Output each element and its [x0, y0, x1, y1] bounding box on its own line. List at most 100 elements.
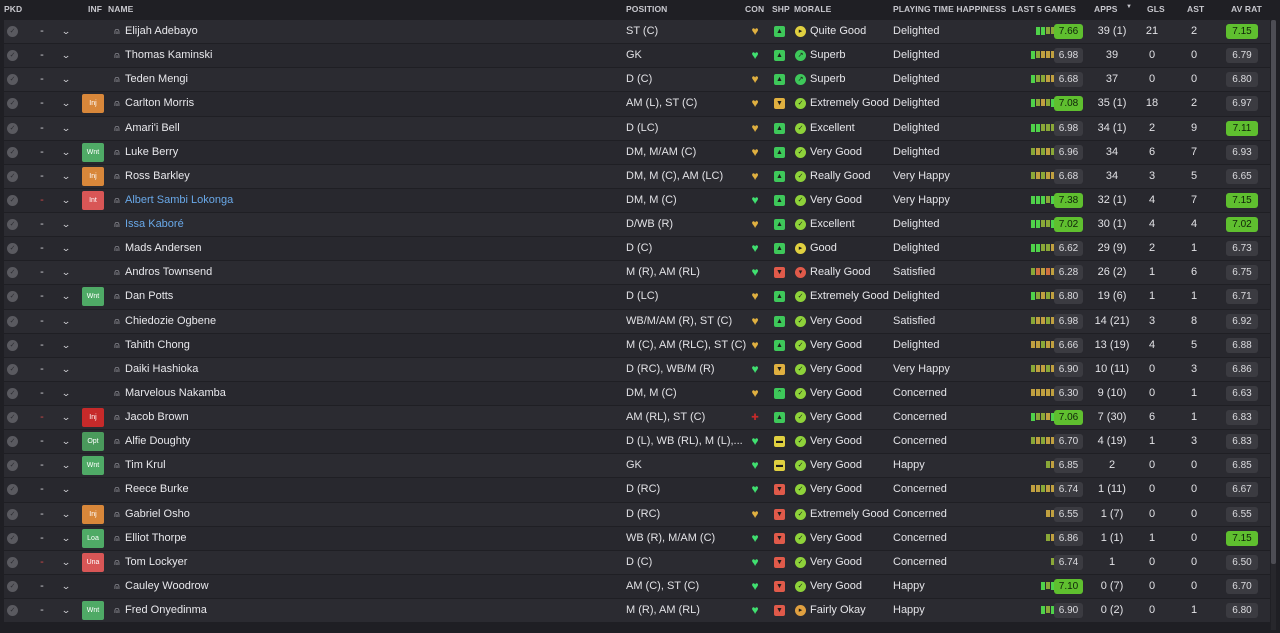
inf-badge[interactable]: Inj	[82, 94, 104, 114]
scrollbar-thumb[interactable]	[1271, 20, 1276, 564]
chevron-down-icon[interactable]: ⌄	[58, 261, 74, 284]
header-gls[interactable]: GLS	[1147, 4, 1165, 14]
table-row[interactable]: ✓ - ⌄ ⍝ Daiki Hashioka D (RC), WB/M (R) ♥ ▼ ✓ Ver…	[4, 357, 1270, 381]
player-name[interactable]: Teden Mengi	[125, 68, 305, 91]
pick-status-icon[interactable]: ✓	[7, 508, 18, 520]
inf-badge[interactable]: Wnt	[82, 456, 104, 476]
chevron-down-icon[interactable]: ⌄	[58, 141, 74, 164]
table-row[interactable]: ✓ - ⌄ ⍝ Cauley Woodrow AM (C), ST (C) ♥ ▼ ✓ Very …	[4, 574, 1270, 599]
chevron-down-icon[interactable]: ⌄	[58, 478, 74, 501]
player-name[interactable]: Amari'i Bell	[125, 117, 305, 140]
header-av-rat[interactable]: AV RAT	[1231, 4, 1262, 14]
inf-badge[interactable]: Wnt	[82, 601, 104, 620]
header-pkd[interactable]: PKD	[4, 4, 22, 14]
table-row[interactable]: ✓ - ⌄ Opt ⍝ Alfie Doughty D (L), WB (RL), M (L…	[4, 430, 1270, 454]
inf-badge[interactable]: Una	[82, 552, 104, 572]
header-position[interactable]: POSITION	[626, 4, 667, 14]
player-name[interactable]: Carlton Morris	[125, 92, 305, 115]
chevron-down-icon[interactable]: ⌄	[58, 310, 74, 333]
header-ast[interactable]: AST	[1187, 4, 1204, 14]
pick-status-icon[interactable]: ✓	[7, 74, 18, 86]
player-name[interactable]: Chiedozie Ogbene	[125, 310, 305, 333]
player-name[interactable]: Albert Sambi Lokonga	[125, 189, 305, 212]
pick-status-icon[interactable]: ✓	[7, 194, 18, 206]
inf-badge[interactable]: Opt	[82, 432, 104, 452]
player-name[interactable]: Daiki Hashioka	[125, 358, 305, 381]
table-row[interactable]: ✓ - ⌄ Inj ⍝ Gabriel Osho D (RC) ♥ ▼ ✓ Extremely Go…	[4, 502, 1270, 526]
pick-status-icon[interactable]: ✓	[7, 26, 18, 37]
chevron-down-icon[interactable]: ⌄	[58, 117, 74, 140]
header-inf[interactable]: INF	[88, 4, 102, 14]
table-row[interactable]: ✓ - ⌄ ⍝ Amari'i Bell D (LC) ♥ ▲ ✓ Excellent Deligh…	[4, 116, 1270, 140]
inf-badge[interactable]: Wnt	[82, 142, 104, 162]
header-playing-time[interactable]: PLAYING TIME HAPPINESS	[893, 4, 1006, 14]
header-last5[interactable]: LAST 5 GAMES	[1012, 4, 1076, 14]
pick-status-icon[interactable]: ✓	[7, 50, 18, 62]
pick-status-icon[interactable]: ✓	[7, 146, 18, 158]
chevron-down-icon[interactable]: ⌄	[58, 527, 74, 550]
table-row[interactable]: ✓ - ⌄ Wnt ⍝ Tim Krul GK ♥ ▬ ✓ Very Good Happy 6.85 2 0…	[4, 454, 1270, 478]
player-name[interactable]: Elijah Adebayo	[125, 20, 305, 43]
player-name[interactable]: Alfie Doughty	[125, 430, 305, 453]
pick-status-icon[interactable]: ✓	[7, 436, 18, 448]
pick-status-icon[interactable]: ✓	[7, 291, 18, 303]
chevron-down-icon[interactable]: ⌄	[58, 406, 74, 429]
inf-badge[interactable]: Int	[82, 190, 104, 210]
player-name[interactable]: Mads Andersen	[125, 237, 305, 260]
table-row[interactable]: ✓ - ⌄ Inj ⍝ Carlton Morris AM (L), ST (C) ♥ ▼ ✓ Ex…	[4, 92, 1270, 116]
player-name[interactable]: Tim Krul	[125, 454, 305, 477]
player-name[interactable]: Issa Kaboré	[125, 213, 305, 236]
table-row[interactable]: ✓ - ⌄ Wnt ⍝ Luke Berry DM, M/AM (C) ♥ ▲ ✓ Very Goo…	[4, 140, 1270, 164]
table-row[interactable]: ✓ - ⌄ ⍝ Tahith Chong M (C), AM (RLC), ST (C) ♥…	[4, 333, 1270, 357]
pick-status-icon[interactable]: ✓	[7, 412, 18, 423]
player-name[interactable]: Thomas Kaminski	[125, 44, 305, 67]
table-row[interactable]: ✓ - ⌄ ⍝ Chiedozie Ogbene WB/M/AM (R), ST (C) ♥…	[4, 309, 1270, 333]
inf-badge[interactable]: Inj	[82, 408, 104, 427]
chevron-down-icon[interactable]: ⌄	[58, 454, 74, 477]
chevron-down-icon[interactable]: ⌄	[58, 551, 74, 574]
chevron-down-icon[interactable]: ⌄	[58, 92, 74, 115]
table-row[interactable]: ✓ - ⌄ ⍝ Mads Andersen D (C) ♥ ▲ ▸ Good Delighted 6.…	[4, 237, 1270, 261]
pick-status-icon[interactable]: ✓	[7, 98, 18, 110]
pick-status-icon[interactable]: ✓	[7, 122, 18, 134]
table-row[interactable]: ✓ - ⌄ Loa ⍝ Elliot Thorpe WB (R), M/AM (C) ♥ ▼ ✓ V…	[4, 526, 1270, 550]
player-name[interactable]: Gabriel Osho	[125, 503, 305, 526]
pick-status-icon[interactable]: ✓	[7, 484, 18, 496]
pick-status-icon[interactable]: ✓	[7, 170, 18, 182]
table-row[interactable]: ✓ - ⌄ ⍝ Teden Mengi D (C) ♥ ▲ ↗ Superb Delighted 6.…	[4, 68, 1270, 92]
header-con[interactable]: CON	[745, 4, 764, 14]
chevron-down-icon[interactable]: ⌄	[58, 44, 74, 67]
pick-status-icon[interactable]: ✓	[7, 387, 18, 399]
pick-status-icon[interactable]: ✓	[7, 339, 18, 351]
pick-status-icon[interactable]: ✓	[7, 243, 18, 255]
header-name[interactable]: NAME	[108, 4, 133, 14]
chevron-down-icon[interactable]: ⌄	[58, 20, 74, 43]
table-row[interactable]: ✓ - ⌄ ⍝ Reece Burke D (RC) ♥ ▼ ✓ Very Good Concern…	[4, 478, 1270, 502]
player-name[interactable]: Ross Barkley	[125, 165, 305, 188]
player-name[interactable]: Cauley Woodrow	[125, 575, 305, 598]
chevron-down-icon[interactable]: ⌄	[58, 430, 74, 453]
pick-status-icon[interactable]: ✓	[7, 580, 18, 592]
pick-status-icon[interactable]: ✓	[7, 556, 18, 568]
player-name[interactable]: Dan Potts	[125, 285, 305, 308]
player-name[interactable]: Reece Burke	[125, 478, 305, 501]
player-name[interactable]: Tom Lockyer	[125, 551, 305, 574]
header-morale[interactable]: MORALE	[794, 4, 831, 14]
table-row[interactable]: ✓ - ⌄ ⍝ Andros Townsend M (R), AM (RL) ♥ ▼ ▾ Real…	[4, 261, 1270, 285]
chevron-down-icon[interactable]: ⌄	[58, 285, 74, 308]
table-row[interactable]: ✓ - ⌄ ⍝ Issa Kaboré D/WB (R) ♥ ▲ ✓ Excellent Delig…	[4, 213, 1270, 237]
player-name[interactable]: Andros Townsend	[125, 261, 305, 284]
pick-status-icon[interactable]: ✓	[7, 460, 18, 472]
player-name[interactable]: Elliot Thorpe	[125, 527, 305, 550]
pick-status-icon[interactable]: ✓	[7, 605, 18, 616]
chevron-down-icon[interactable]: ⌄	[58, 334, 74, 357]
chevron-down-icon[interactable]: ⌄	[58, 358, 74, 381]
inf-badge[interactable]: Inj	[82, 504, 104, 524]
inf-badge[interactable]: Inj	[82, 166, 104, 186]
table-row[interactable]: ✓ - ⌄ Int ⍝ Albert Sambi Lokonga DM, M (C) ♥ ▲ ✓ V…	[4, 188, 1270, 213]
inf-badge[interactable]: Loa	[82, 528, 104, 548]
table-row[interactable]: ✓ - ⌄ Inj ⍝ Jacob Brown AM (RL), ST (C) ✚ ▲ ✓ Very…	[4, 406, 1270, 430]
chevron-down-icon[interactable]: ⌄	[58, 213, 74, 236]
player-name[interactable]: Fred Onyedinma	[125, 599, 305, 622]
table-row[interactable]: ✓ - ⌄ ⍝ Marvelous Nakamba DM, M (C) ♥ ⌃ ✓ Very Go…	[4, 381, 1270, 406]
